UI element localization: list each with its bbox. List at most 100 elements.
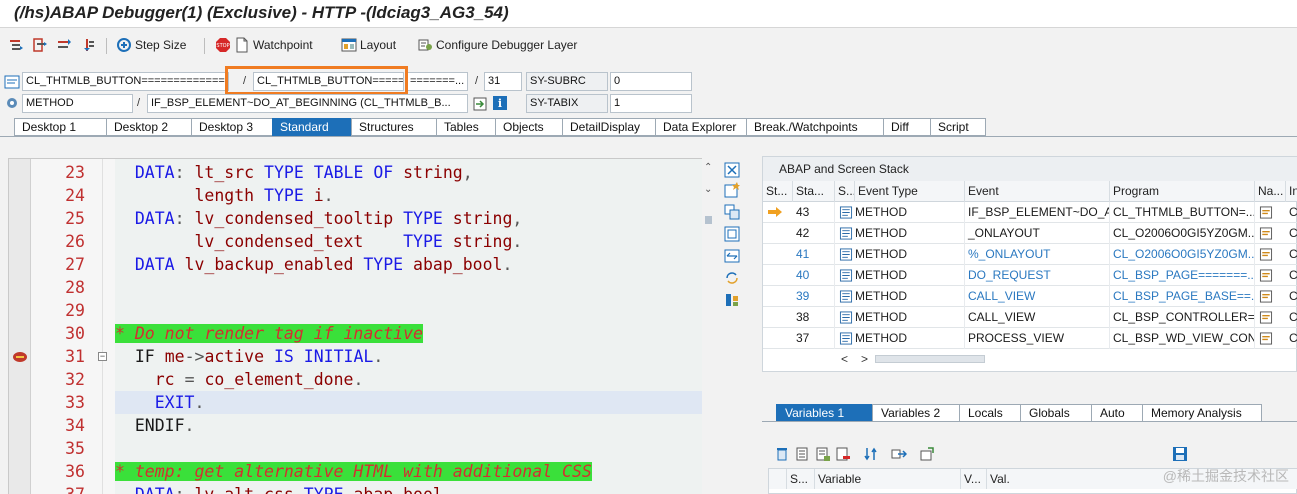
delete-row-icon[interactable] (835, 446, 851, 462)
stack-row[interactable]: 37 METHOD PROCESS_VIEW CL_BSP_WD_VIEW_CON..… (763, 328, 1297, 349)
stack-row[interactable]: 41 METHOD %_ONLAYOUT CL_O2006O0GI5YZ0GM... C… (763, 244, 1297, 265)
var-col-status[interactable]: S... (787, 469, 815, 489)
variables-tabs: Variables 1 Variables 2 Locals Globals Auto M… (776, 404, 1262, 422)
fold-toggle[interactable]: − (98, 352, 107, 361)
program-field[interactable]: CL_THTMLB_BUTTON============= (22, 72, 229, 91)
return-icon[interactable] (56, 34, 75, 56)
tab-standard[interactable]: Standard (272, 118, 351, 136)
tab-detaildisplay[interactable]: DetailDisplay (562, 118, 655, 136)
stack-col-7[interactable]: In (1286, 181, 1297, 202)
execute-icon[interactable] (32, 34, 51, 56)
tab-desktop-3[interactable]: Desktop 3 (191, 118, 272, 136)
navigate-source-icon[interactable] (1259, 227, 1273, 240)
append-row-icon[interactable] (815, 446, 831, 462)
navigate-icon[interactable] (472, 96, 488, 112)
stack-row[interactable]: 42 METHOD_ONLAYOUTCL_O2006O0GI5YZ0GM... CL (763, 223, 1297, 244)
new-tool-icon[interactable] (724, 182, 740, 198)
export-icon[interactable] (919, 446, 935, 462)
tab-objects[interactable]: Objects (495, 118, 562, 136)
code-line[interactable]: 28 (9, 276, 704, 299)
code-line[interactable]: 35 (9, 437, 704, 460)
step-size-button[interactable]: Step Size (116, 34, 186, 56)
code-line[interactable]: 30 * Do not render tag if inactive (9, 322, 704, 345)
code-line[interactable]: 34 ENDIF. (9, 414, 704, 437)
close-tool-icon[interactable] (724, 162, 740, 178)
var-tab-locals[interactable]: Locals (959, 404, 1020, 422)
continue-icon[interactable] (80, 34, 99, 56)
code-text: * temp: get alternative HTML with additi… (115, 462, 592, 481)
watchpoint-button[interactable]: STOP Watchpoint (215, 34, 313, 56)
include-suffix-field[interactable]: =======... (406, 72, 468, 91)
var-tab-variables-2[interactable]: Variables 2 (872, 404, 959, 422)
breakpoint-icon[interactable] (12, 351, 28, 363)
sytabix-value[interactable]: 1 (610, 94, 692, 113)
method-icon (839, 248, 853, 261)
tab-diff[interactable]: Diff (883, 118, 930, 136)
var-col-variable[interactable]: Variable (815, 469, 961, 489)
navigate-source-icon[interactable] (1259, 332, 1273, 345)
event-type-field[interactable]: METHOD (22, 94, 133, 113)
var-col-v[interactable]: V... (961, 469, 987, 489)
code-line[interactable]: 27 DATA lv_backup_enabled TYPE abap_bool… (9, 253, 704, 276)
insert-row-icon[interactable] (795, 446, 811, 462)
stack-col-6[interactable]: Na... (1255, 181, 1286, 202)
stack-col-5[interactable]: Program (1110, 181, 1255, 202)
info-icon[interactable]: i (492, 95, 508, 111)
tab-desktop-2[interactable]: Desktop 2 (106, 118, 191, 136)
code-line[interactable]: 32 rc = co_element_done. (9, 368, 704, 391)
stack-col-2[interactable]: S... (835, 181, 855, 202)
stack-col-4[interactable]: Event (965, 181, 1110, 202)
var-tab-memory-analysis[interactable]: Memory Analysis (1142, 404, 1262, 422)
navigate-source-icon[interactable] (1259, 206, 1273, 219)
code-line[interactable]: 26 lv_condensed_text TYPE string. (9, 230, 704, 253)
navigate-source-icon[interactable] (1259, 290, 1273, 303)
replace-tool-icon[interactable] (724, 204, 740, 220)
stack-row[interactable]: 38 METHODCALL_VIEWCL_BSP_CONTROLLER=... CL (763, 307, 1297, 328)
navigate-source-icon[interactable] (1259, 248, 1273, 261)
delete-icon[interactable] (774, 446, 790, 462)
tab-tables[interactable]: Tables (436, 118, 495, 136)
swap-tool-icon[interactable] (724, 248, 740, 264)
maximize-tool-icon[interactable] (724, 226, 740, 242)
stack-panel: ABAP and Screen Stack St... Sta... S... Eve… (762, 156, 1297, 372)
navigate-source-icon[interactable] (1259, 311, 1273, 324)
stack-col-3[interactable]: Event Type (855, 181, 965, 202)
code-line[interactable]: 37 DATA: lv_alt_css TYPE abap_bool (9, 483, 704, 494)
save-icon[interactable] (1172, 446, 1188, 462)
services-tool-icon[interactable] (724, 292, 740, 308)
tab-script[interactable]: Script (930, 118, 986, 136)
stack-row[interactable]: 40 METHOD DO_REQUEST CL_BSP_PAGE=======... C… (763, 265, 1297, 286)
configure-debugger-layer-button[interactable]: Configure Debugger Layer (417, 34, 577, 56)
tab-desktop-1[interactable]: Desktop 1 (14, 118, 106, 136)
var-tab-auto[interactable]: Auto (1091, 404, 1142, 422)
code-line[interactable]: 36 * temp: get alternative HTML with addi… (9, 460, 704, 483)
var-tab-variables-1[interactable]: Variables 1 (776, 404, 872, 422)
code-line[interactable]: 24 length TYPE i. (9, 184, 704, 207)
refresh-tool-icon[interactable] (724, 270, 740, 286)
var-tab-globals[interactable]: Globals (1020, 404, 1091, 422)
stack-horizontal-scrollbar[interactable]: < > (837, 352, 987, 366)
layout-button[interactable]: Layout (341, 34, 396, 56)
stack-row[interactable]: 39 METHODCALL_VIEWCL_BSP_PAGE_BASE==... CL (763, 286, 1297, 307)
stack-col-1[interactable]: Sta... (793, 181, 835, 202)
sort-icon[interactable] (863, 446, 879, 462)
code-line[interactable]: 29 (9, 299, 704, 322)
code-line[interactable]: 25 DATA: lv_condensed_tooltip TYPE strin… (9, 207, 704, 230)
sysubrc-value[interactable]: 0 (610, 72, 692, 91)
line-field[interactable]: 31 (484, 72, 522, 91)
source-code-editor[interactable]: 23 DATA: lt_src TYPE TABLE OF string, 24 … (8, 158, 704, 494)
tab-data-explorer[interactable]: Data Explorer (655, 118, 746, 136)
tab-break-watchpoints[interactable]: Break./Watchpoints (746, 118, 883, 136)
navigate-source-icon[interactable] (1259, 269, 1273, 282)
code-line[interactable]: 33 EXIT. (9, 391, 704, 414)
step-into-icon[interactable] (8, 34, 27, 56)
code-text: IF me->active IS INITIAL. (134, 347, 384, 366)
stack-cell-program: CL_BSP_CONTROLLER=... (1110, 307, 1255, 328)
tab-structures[interactable]: Structures (351, 118, 436, 136)
code-line[interactable]: 23 DATA: lt_src TYPE TABLE OF string, (9, 161, 704, 184)
code-line[interactable]: 31 IF me->active IS INITIAL. (9, 345, 704, 368)
stack-col-0[interactable]: St... (763, 181, 793, 202)
event-field[interactable]: IF_BSP_ELEMENT~DO_AT_BEGINNING (CL_THTML… (147, 94, 468, 113)
transfer-icon[interactable] (891, 446, 907, 462)
stack-row[interactable]: 43 METHOD IF_BSP_ELEMENT~DO_A... CL_THTMLB_… (763, 202, 1297, 223)
